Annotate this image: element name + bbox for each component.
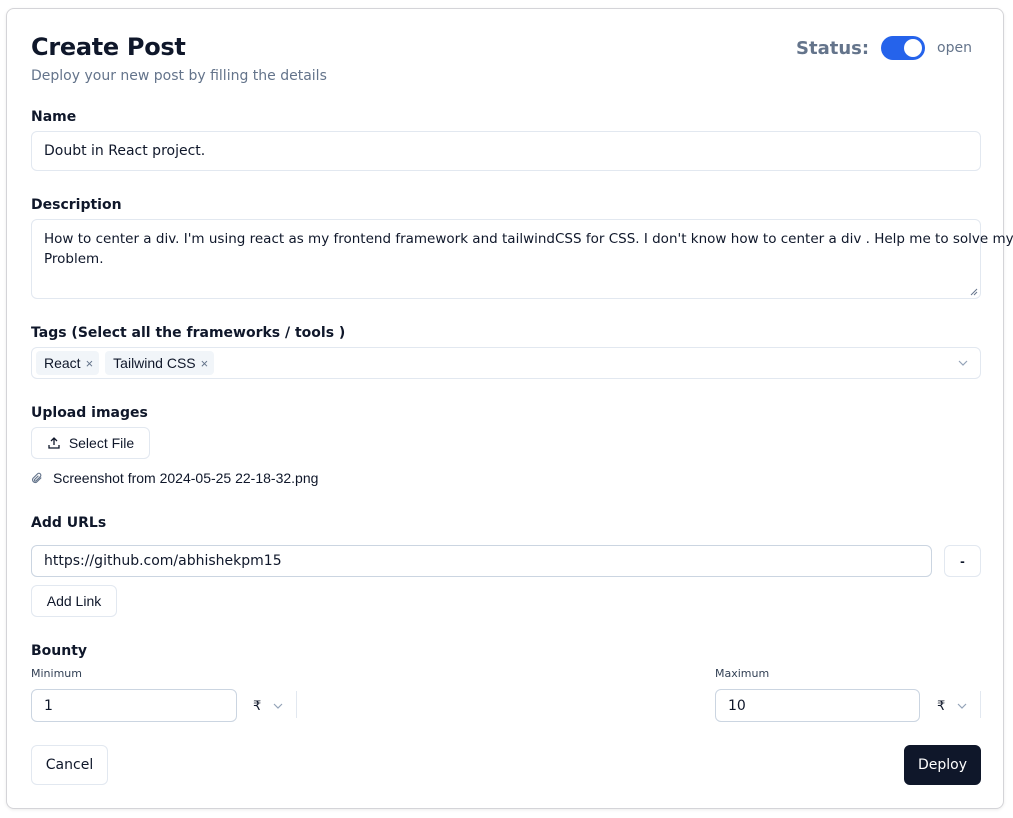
select-file-button[interactable]: Select File <box>31 427 150 459</box>
url-input[interactable]: https://github.com/abhishekpm15 <box>31 545 932 577</box>
chevron-down-icon <box>957 703 967 709</box>
bounty-min-currency-select[interactable]: ₹ <box>253 697 283 715</box>
upload-icon <box>48 437 60 449</box>
resize-handle-icon[interactable] <box>970 288 978 296</box>
status-toggle-knob <box>904 39 923 57</box>
bounty-max-currency-select[interactable]: ₹ <box>937 697 967 715</box>
create-post-card: Create Post Deploy your new post by fill… <box>6 8 1013 809</box>
tag-chip-label: Tailwind CSS <box>113 355 196 371</box>
page-subtitle: Deploy your new post by filling the deta… <box>31 68 327 84</box>
remove-url-button[interactable]: - <box>944 545 981 577</box>
add-link-label: Add Link <box>46 593 102 609</box>
name-label: Name <box>31 109 77 125</box>
tag-chip: Tailwind CSS × <box>105 351 215 375</box>
paperclip-icon <box>32 472 42 483</box>
description-line-1: How to center a div. I'm using react as … <box>44 231 1013 247</box>
currency-symbol: ₹ <box>937 698 946 713</box>
select-file-label: Select File <box>68 435 135 451</box>
bounty-max-value: 10 <box>728 697 746 714</box>
tags-label: Tags (Select all the frameworks / tools … <box>31 325 346 341</box>
uploaded-file-name: Screenshot from 2024-05-25 22-18-32.png <box>53 470 319 486</box>
url-input-value: https://github.com/abhishekpm15 <box>44 553 282 569</box>
bounty-max-input[interactable]: 10 <box>715 689 920 722</box>
chevron-down-icon <box>273 703 283 709</box>
status-toggle[interactable] <box>881 36 926 60</box>
cancel-label: Cancel <box>45 757 94 773</box>
name-input-value: Doubt in React project. <box>44 143 206 159</box>
name-input[interactable]: Doubt in React project. <box>31 131 981 171</box>
uploaded-file: Screenshot from 2024-05-25 22-18-32.png <box>31 470 318 486</box>
description-line-2: Problem. <box>44 251 104 267</box>
urls-label: Add URLs <box>31 515 107 531</box>
description-textarea[interactable]: How to center a div. I'm using react as … <box>31 219 1013 299</box>
add-link-button[interactable]: Add Link <box>31 585 117 617</box>
status-label: Status: <box>796 37 870 59</box>
deploy-button[interactable]: Deploy <box>904 745 981 785</box>
status-control: Status: open <box>796 36 972 60</box>
chevron-down-icon <box>958 360 968 366</box>
bounty-min-input[interactable]: 1 <box>31 689 237 722</box>
tag-chip: React × <box>36 351 100 375</box>
deploy-label: Deploy <box>917 757 968 773</box>
cancel-button[interactable]: Cancel <box>31 745 108 785</box>
status-value: open <box>937 40 972 56</box>
remove-url-label: - <box>960 553 965 569</box>
close-icon[interactable]: × <box>86 356 94 371</box>
bounty-max-label: Maximum <box>715 667 770 680</box>
bounty-min-value: 1 <box>44 697 53 714</box>
divider <box>296 691 297 718</box>
divider <box>980 691 981 718</box>
page-title: Create Post <box>31 33 186 61</box>
bounty-min-label: Minimum <box>31 667 82 680</box>
close-icon[interactable]: × <box>201 356 209 371</box>
currency-symbol: ₹ <box>253 698 262 713</box>
bounty-label: Bounty <box>31 643 88 659</box>
tag-chip-label: React <box>44 355 81 371</box>
description-label: Description <box>31 197 122 213</box>
tags-select[interactable]: React × Tailwind CSS × <box>31 347 981 379</box>
upload-label: Upload images <box>31 405 148 421</box>
